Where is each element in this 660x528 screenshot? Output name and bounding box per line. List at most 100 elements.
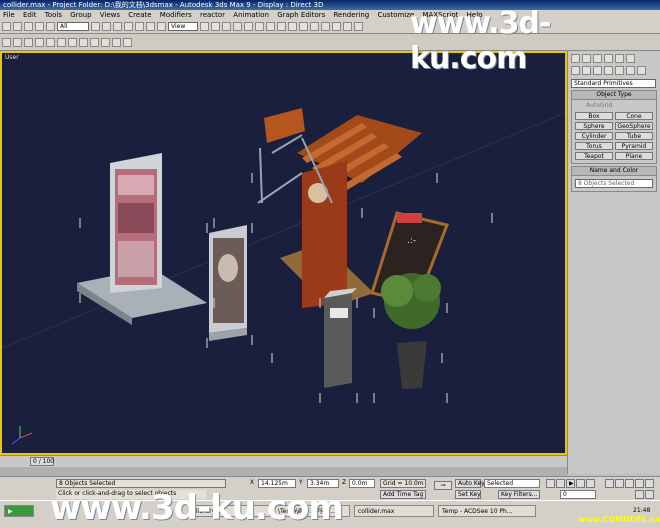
goto-end-icon[interactable] xyxy=(586,479,595,488)
key-icon[interactable]: ⊸ xyxy=(434,481,452,490)
menu-customize[interactable]: Customize xyxy=(377,11,414,19)
menu-views[interactable]: Views xyxy=(100,11,120,19)
menu-graph-editors[interactable]: Graph Editors xyxy=(277,11,325,19)
select-rotate-icon[interactable] xyxy=(146,22,155,31)
tube-button[interactable]: Tube xyxy=(615,132,653,140)
redo-icon[interactable] xyxy=(13,22,22,31)
menu-tools[interactable]: Tools xyxy=(45,11,62,19)
mirror-icon[interactable] xyxy=(277,22,286,31)
autogrid-checkbox[interactable]: AutoGrid xyxy=(572,100,656,109)
unlink-icon[interactable] xyxy=(35,22,44,31)
time-slider-thumb[interactable]: 0 / 100 xyxy=(30,457,54,466)
tab-icon-3[interactable] xyxy=(24,37,33,47)
menu-edit[interactable]: Edit xyxy=(23,11,37,19)
plane-button[interactable]: Plane xyxy=(615,152,653,160)
teapot-button[interactable]: Teapot xyxy=(575,152,613,160)
tab-icon-10[interactable] xyxy=(101,37,110,47)
taskbar-item-collider[interactable]: collider.max xyxy=(354,505,434,517)
z-coord-field[interactable]: 0.0m xyxy=(349,479,375,488)
tab-icon-9[interactable] xyxy=(90,37,99,47)
prev-frame-icon[interactable] xyxy=(556,479,565,488)
zoom-all-icon[interactable] xyxy=(615,479,624,488)
schematic-view-icon[interactable] xyxy=(321,22,330,31)
render-scene-icon[interactable] xyxy=(343,22,352,31)
orbit-icon[interactable] xyxy=(645,479,654,488)
align-icon[interactable] xyxy=(288,22,297,31)
select-manipulate-icon[interactable] xyxy=(211,22,220,31)
start-button[interactable]: ▶ xyxy=(4,505,34,517)
menu-reactor[interactable]: reactor xyxy=(200,11,225,19)
select-object-icon[interactable] xyxy=(91,22,100,31)
undo-icon[interactable] xyxy=(2,22,11,31)
tab-icon-5[interactable] xyxy=(46,37,55,47)
y-coord-field[interactable]: 3.34m xyxy=(307,479,339,488)
sphere-button[interactable]: Sphere xyxy=(575,122,613,130)
ref-coord-dropdown[interactable]: View xyxy=(168,22,198,31)
menu-animation[interactable]: Animation xyxy=(233,11,269,19)
tab-icon-4[interactable] xyxy=(35,37,44,47)
quick-render-icon[interactable] xyxy=(354,22,363,31)
box-button[interactable]: Box xyxy=(575,112,613,120)
primitive-category-dropdown[interactable]: Standard Primitives xyxy=(571,79,656,88)
tab-icon-6[interactable] xyxy=(57,37,66,47)
menu-rendering[interactable]: Rendering xyxy=(334,11,370,19)
fov-icon[interactable] xyxy=(635,490,644,499)
spinner-snap-icon[interactable] xyxy=(255,22,264,31)
perspective-viewport[interactable]: User .:- xyxy=(0,51,567,455)
key-filters-button[interactable]: Key Filters... xyxy=(498,490,540,499)
select-scale-icon[interactable] xyxy=(157,22,166,31)
zoom-extents-icon[interactable] xyxy=(625,479,634,488)
cone-button[interactable]: Cone xyxy=(615,112,653,120)
tab-icon-12[interactable] xyxy=(123,37,132,47)
select-move-icon[interactable] xyxy=(135,22,144,31)
pan-icon[interactable] xyxy=(635,479,644,488)
tab-icon-1[interactable] xyxy=(2,37,11,47)
menu-create[interactable]: Create xyxy=(128,11,151,19)
tab-icon-7[interactable] xyxy=(68,37,77,47)
angle-snap-icon[interactable] xyxy=(233,22,242,31)
menu-group[interactable]: Group xyxy=(70,11,91,19)
name-color-rollout: Name and Color 8 Objects Selected xyxy=(571,166,657,192)
tab-icon-11[interactable] xyxy=(112,37,121,47)
object-type-header[interactable]: Object Type xyxy=(572,91,656,100)
auto-key-button[interactable]: Auto Key xyxy=(455,479,485,488)
cylinder-button[interactable]: Cylinder xyxy=(575,132,613,140)
selection-filter-dropdown[interactable]: All xyxy=(57,22,89,31)
add-time-tag-button[interactable]: Add Time Tag xyxy=(380,490,426,499)
rect-select-region-icon[interactable] xyxy=(113,22,122,31)
menu-file[interactable]: File xyxy=(3,11,15,19)
current-frame-field[interactable]: 0 xyxy=(560,490,596,499)
goto-start-icon[interactable] xyxy=(546,479,555,488)
object-name-field[interactable]: 8 Objects Selected xyxy=(575,179,653,188)
material-editor-icon[interactable] xyxy=(332,22,341,31)
time-slider[interactable]: 0 / 100 xyxy=(0,455,567,467)
name-color-header[interactable]: Name and Color xyxy=(572,167,656,176)
snaps-toggle-icon[interactable] xyxy=(222,22,231,31)
menu-modifiers[interactable]: Modifiers xyxy=(160,11,192,19)
layer-manager-icon[interactable] xyxy=(299,22,308,31)
tab-icon-8[interactable] xyxy=(79,37,88,47)
bind-space-warp-icon[interactable] xyxy=(46,22,55,31)
torus-button[interactable]: Torus xyxy=(575,142,613,150)
axis-tripod xyxy=(11,426,33,445)
set-key-button[interactable]: Set Key xyxy=(455,490,481,499)
key-mode-dropdown[interactable]: Selected xyxy=(484,479,540,488)
curve-editor-icon[interactable] xyxy=(310,22,319,31)
tab-icon-2[interactable] xyxy=(13,37,22,47)
taskbar-item-acdsee[interactable]: Temp - ACDSee 10 Ph... xyxy=(438,505,536,517)
maximize-viewport-icon[interactable] xyxy=(645,490,654,499)
window-crossing-icon[interactable] xyxy=(124,22,133,31)
next-frame-icon[interactable] xyxy=(576,479,585,488)
zoom-icon[interactable] xyxy=(605,479,614,488)
pivot-center-icon[interactable] xyxy=(200,22,209,31)
x-coord-field[interactable]: 14.125m xyxy=(258,479,296,488)
select-by-name-icon[interactable] xyxy=(102,22,111,31)
track-bar[interactable] xyxy=(0,467,567,476)
pyramid-button[interactable]: Pyramid xyxy=(615,142,653,150)
percent-snap-icon[interactable] xyxy=(244,22,253,31)
geosphere-button[interactable]: GeoSphere xyxy=(615,122,653,130)
named-selection-icon[interactable] xyxy=(266,22,275,31)
watermark-corner: www.CGMODEL.cn xyxy=(578,515,660,524)
link-icon[interactable] xyxy=(24,22,33,31)
play-icon[interactable]: ▶ xyxy=(566,479,575,488)
